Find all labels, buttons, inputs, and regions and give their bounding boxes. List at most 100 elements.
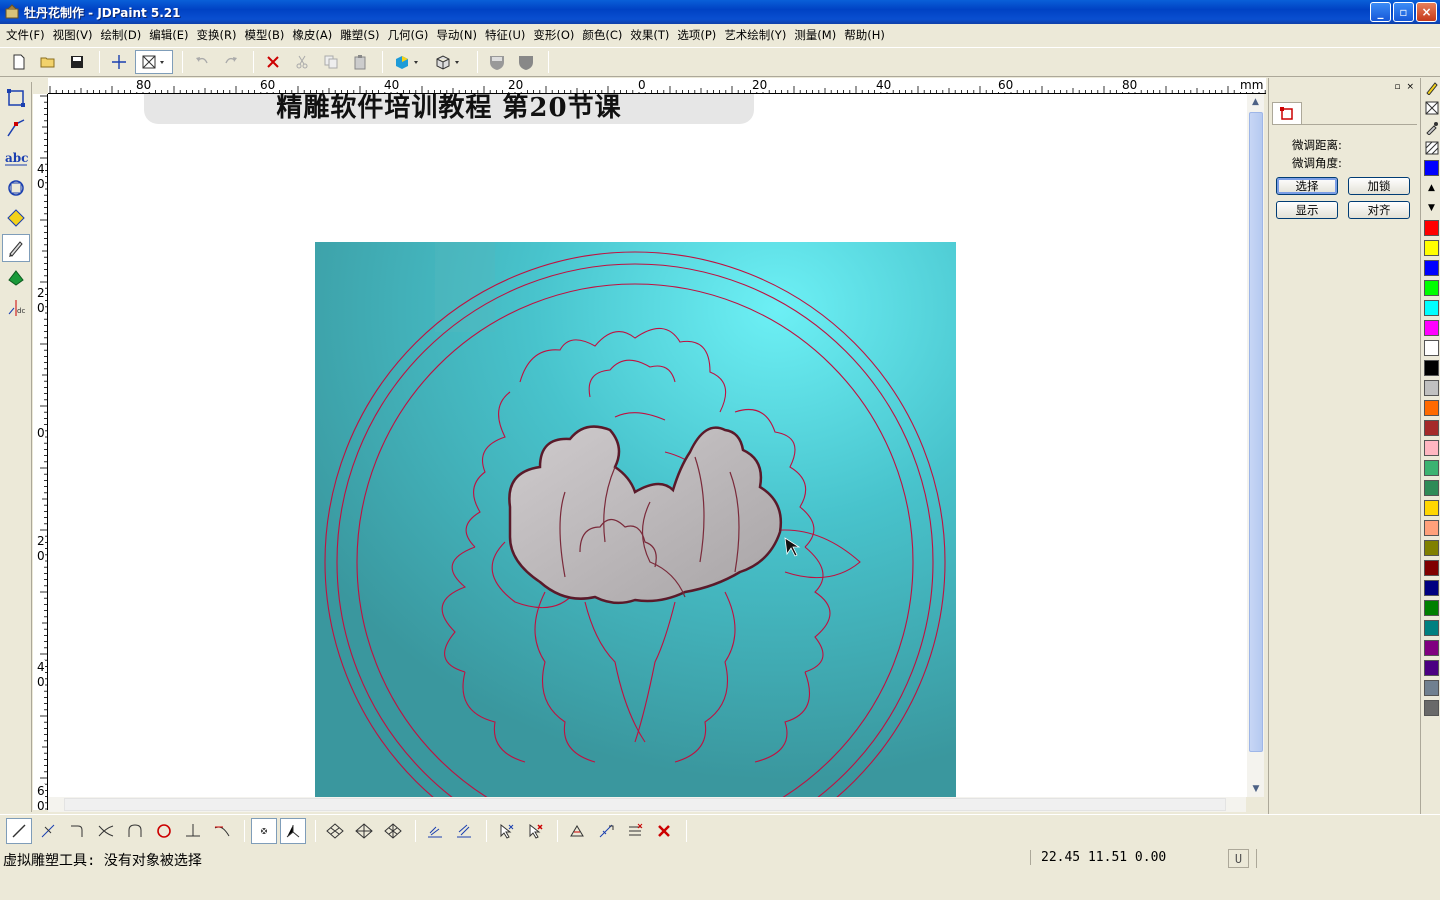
menu-geometry[interactable]: 几何(G): [383, 27, 432, 43]
align-button[interactable]: 对齐: [1348, 201, 1410, 219]
lock-button[interactable]: 加锁: [1348, 177, 1410, 195]
menu-measure[interactable]: 测量(M): [790, 27, 840, 43]
copy-button[interactable]: [318, 50, 344, 74]
text-tool[interactable]: abc: [2, 144, 30, 172]
color-swatch[interactable]: [1424, 340, 1439, 356]
shade-flat-button[interactable]: [484, 50, 510, 74]
paint-tool[interactable]: [2, 264, 30, 292]
select-button[interactable]: 选择: [1276, 177, 1338, 195]
color-swatch[interactable]: [1424, 320, 1439, 336]
color-swatch[interactable]: [1424, 540, 1439, 556]
save-button[interactable]: [64, 50, 90, 74]
grid-snap-button[interactable]: [322, 818, 348, 844]
new-file-button[interactable]: [6, 50, 32, 74]
pick-remove-button[interactable]: [522, 818, 548, 844]
menu-art-draw[interactable]: 艺术绘制(Y): [720, 27, 790, 43]
align-bottom-2-button[interactable]: [451, 818, 477, 844]
menu-options[interactable]: 选项(P): [673, 27, 720, 43]
paste-button[interactable]: [347, 50, 373, 74]
select-tool[interactable]: [2, 84, 30, 112]
color-swatch[interactable]: [1424, 300, 1439, 316]
color-swatch[interactable]: [1424, 400, 1439, 416]
color-swatch[interactable]: [1424, 580, 1439, 596]
drawing-canvas[interactable]: 精雕软件培训教程 第20节课: [48, 94, 1246, 797]
palette-scroll-down-icon[interactable]: ▼: [1424, 200, 1439, 216]
snap-clear-button[interactable]: [651, 818, 677, 844]
minimize-button[interactable]: _: [1370, 2, 1391, 22]
snap-angle-button[interactable]: [280, 817, 306, 844]
panel-tab-node[interactable]: [1272, 102, 1302, 124]
menu-sweep[interactable]: 导动(N): [432, 27, 481, 43]
color-swatch[interactable]: [1424, 420, 1439, 436]
transform-tool[interactable]: [2, 174, 30, 202]
color-swatch[interactable]: [1424, 240, 1439, 256]
menu-feature[interactable]: 特征(U): [481, 27, 529, 43]
grid-snap-3-button[interactable]: [380, 818, 406, 844]
shade-smooth-button[interactable]: [513, 50, 539, 74]
snap-tangent-button[interactable]: [209, 818, 235, 844]
color-swatch[interactable]: [1424, 680, 1439, 696]
node-edit-tool[interactable]: [2, 114, 30, 142]
color-swatch[interactable]: [1424, 700, 1439, 716]
menu-file[interactable]: 文件(F): [2, 27, 49, 43]
menu-eraser[interactable]: 橡皮(A): [288, 27, 336, 43]
snap-list-button[interactable]: [622, 818, 648, 844]
snap-intersection-button[interactable]: [93, 818, 119, 844]
menu-sculpt[interactable]: 雕塑(S): [336, 27, 383, 43]
color-swatch[interactable]: [1424, 460, 1439, 476]
render-mode-dropdown[interactable]: [430, 50, 468, 74]
snap-perpendicular-button[interactable]: [180, 818, 206, 844]
color-swatch[interactable]: [1424, 640, 1439, 656]
horizontal-scroll-thumb[interactable]: [64, 798, 1226, 811]
snap-center-button[interactable]: [151, 818, 177, 844]
menu-model[interactable]: 模型(B): [240, 27, 288, 43]
color-swatch[interactable]: [1424, 560, 1439, 576]
maximize-button[interactable]: ▫: [1393, 2, 1414, 22]
pencil-icon[interactable]: [1424, 80, 1439, 96]
pick-add-button[interactable]: [493, 818, 519, 844]
menu-help[interactable]: 帮助(H): [840, 27, 889, 43]
menu-color[interactable]: 颜色(C): [578, 27, 626, 43]
menu-draw[interactable]: 绘制(D): [96, 27, 145, 43]
close-button[interactable]: ×: [1416, 2, 1437, 22]
color-swatch[interactable]: [1424, 380, 1439, 396]
snap-endpoint-button[interactable]: [6, 817, 32, 844]
sculpt-tool[interactable]: [2, 204, 30, 232]
scroll-up-arrow[interactable]: ▲: [1248, 94, 1264, 110]
color-swatch[interactable]: [1424, 280, 1439, 296]
color-swatch[interactable]: [1424, 620, 1439, 636]
color-swatch[interactable]: [1424, 480, 1439, 496]
grid-snap-2-button[interactable]: [351, 818, 377, 844]
menu-transform[interactable]: 变换(R): [193, 27, 241, 43]
pattern-icon[interactable]: [1424, 140, 1439, 156]
panel-restore-icon[interactable]: ▫: [1394, 82, 1400, 92]
canvas-vertical-scrollbar[interactable]: ▲ ▼: [1246, 94, 1264, 797]
menu-view[interactable]: 视图(V): [49, 27, 97, 43]
snap-corner-button[interactable]: [64, 818, 90, 844]
color-swatch[interactable]: [1424, 600, 1439, 616]
snap-settings-button[interactable]: [564, 818, 590, 844]
color-swatch[interactable]: [1424, 260, 1439, 276]
redo-button[interactable]: [218, 50, 244, 74]
color-swatch[interactable]: [1424, 500, 1439, 516]
snap-arc-button[interactable]: [122, 818, 148, 844]
menu-effect[interactable]: 效果(T): [626, 27, 673, 43]
eyedropper-icon[interactable]: [1424, 120, 1439, 136]
undo-button[interactable]: [189, 50, 215, 74]
relief-artwork[interactable]: [315, 242, 956, 797]
canvas-horizontal-scrollbar[interactable]: [48, 797, 1246, 812]
vertical-scroll-thumb[interactable]: [1249, 112, 1263, 752]
view-3d-dropdown[interactable]: [389, 50, 427, 74]
color-swatch[interactable]: [1424, 660, 1439, 676]
select-mode-dropdown[interactable]: [135, 50, 173, 74]
snap-point-button[interactable]: [251, 817, 277, 844]
cut-button[interactable]: [289, 50, 315, 74]
palette-scroll-up-icon[interactable]: ▲: [1424, 180, 1439, 196]
color-swatch[interactable]: [1424, 440, 1439, 456]
display-button[interactable]: 显示: [1276, 201, 1338, 219]
color-swatch[interactable]: [1424, 520, 1439, 536]
current-color-swatch[interactable]: [1424, 160, 1439, 176]
no-color-icon[interactable]: [1424, 100, 1439, 116]
snap-midpoint-button[interactable]: [35, 818, 61, 844]
panel-close-icon[interactable]: ×: [1406, 82, 1414, 92]
